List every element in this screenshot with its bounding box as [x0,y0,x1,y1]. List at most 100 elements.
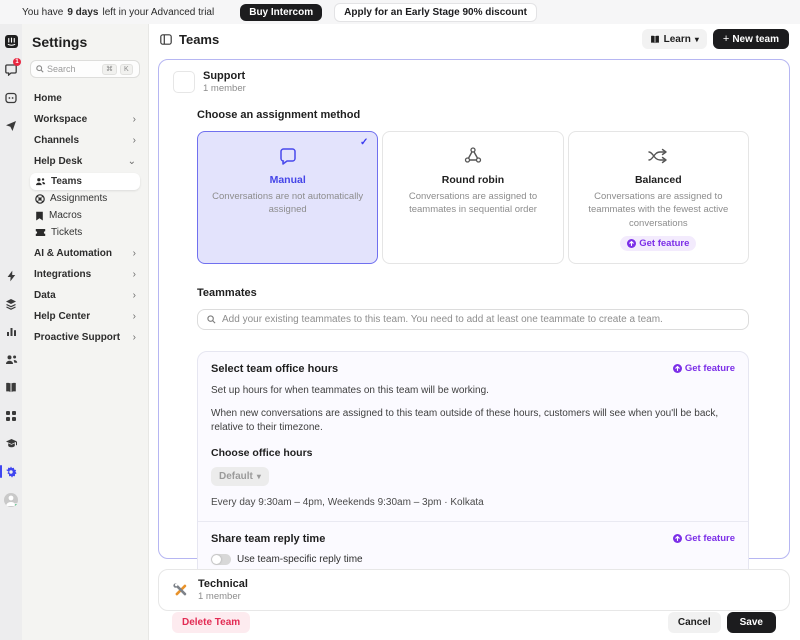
collapse-sidebar-icon[interactable] [160,34,172,45]
check-icon: ✓ [360,137,368,148]
get-feature-badge[interactable]: Get feature [620,236,696,251]
apps-grid-icon[interactable] [0,407,22,424]
team-emoji-picker[interactable] [173,71,195,93]
settings-gear-icon[interactable] [0,463,22,480]
tickets-icon [35,228,46,237]
chevron-right-icon: › [133,311,136,322]
inbox-icon[interactable]: 1 [0,61,22,78]
office-hours-line1: Set up hours for when teammates on this … [211,384,735,398]
search-icon [207,315,216,324]
lightning-icon[interactable] [0,267,22,284]
method-card-balanced[interactable]: Balanced Conversations are assigned to t… [568,131,749,264]
office-hours-line2: When new conversations are assigned to t… [211,407,735,435]
upgrade-arrow-icon [627,239,636,248]
teammates-heading: Teammates [197,287,749,299]
get-feature-link[interactable]: Get feature [673,533,735,544]
reports-chart-icon[interactable] [0,323,22,340]
upgrade-arrow-icon [673,364,682,373]
trial-text-suffix: left in your Advanced trial [102,7,214,18]
teams-icon [35,177,46,186]
shuffle-icon [647,147,669,165]
office-hours-heading: Select team office hours [211,363,338,375]
chat-bubble-icon [278,146,298,166]
chevron-down-icon: ⌄ [128,156,136,167]
knowledge-book-icon[interactable] [0,379,22,396]
round-robin-icon [462,146,484,166]
hammer-wrench-icon [172,582,189,599]
sidebar-item-workspace[interactable]: Workspace › [30,109,140,130]
layers-icon[interactable] [0,295,22,312]
plus-icon: + [723,33,729,45]
early-stage-discount-button[interactable]: Apply for an Early Stage 90% discount [334,3,537,22]
macros-icon [35,211,44,221]
buy-intercom-button[interactable]: Buy Intercom [240,4,322,21]
sidebar-item-assignments[interactable]: Assignments [30,190,140,207]
reply-time-toggle[interactable] [211,554,231,565]
office-hours-schedule: Every day 9:30am – 4pm, Weekends 9:30am … [211,497,735,508]
sidebar-item-teams[interactable]: Teams [30,173,140,190]
chevron-right-icon: › [133,114,136,125]
delete-team-button[interactable]: Delete Team [172,612,250,633]
sidebar-title: Settings [32,34,140,50]
chevron-right-icon: › [133,135,136,146]
fin-ai-icon[interactable] [0,89,22,106]
online-status-dot [14,503,18,507]
trial-days: 9 days [67,7,98,18]
academy-graduation-cap-icon[interactable] [0,435,22,452]
team-editor-card: Support 1 member Choose an assignment me… [158,59,790,559]
learn-button[interactable]: Learn ▾ [642,29,707,49]
search-icon [36,65,44,73]
trial-banner: You have 9 days left in your Advanced tr… [0,0,800,24]
sidebar-item-integrations[interactable]: Integrations › [30,264,140,285]
new-team-button[interactable]: + New team [713,29,789,49]
office-hours-dropdown[interactable]: Default ▾ [211,467,269,486]
team-name: Support [203,70,246,82]
sidebar-item-ai-automation[interactable]: AI & Automation › [30,243,140,264]
choose-office-hours-label: Choose office hours [211,447,735,459]
sidebar-item-data[interactable]: Data › [30,285,140,306]
sidebar-item-proactive-support[interactable]: Proactive Support › [30,327,140,348]
caret-down-icon: ▾ [257,472,261,481]
page-title: Teams [179,32,219,47]
office-hours-section: Select team office hours Get feature Set… [198,352,748,521]
get-feature-link[interactable]: Get feature [673,363,735,374]
profile-avatar[interactable] [0,491,22,508]
page-header: Teams Learn ▾ + New team [149,24,800,54]
reply-time-heading: Share team reply time [211,533,325,545]
team-row-technical[interactable]: Technical 1 member [158,569,790,611]
upgrade-arrow-icon [673,534,682,543]
outbound-paper-plane-icon[interactable] [0,117,22,134]
chevron-right-icon: › [133,248,136,259]
team-member-count: 1 member [203,83,246,94]
chevron-right-icon: › [133,290,136,301]
cancel-button[interactable]: Cancel [668,612,721,633]
intercom-logo-icon[interactable] [0,33,22,50]
sidebar-item-tickets[interactable]: Tickets [30,224,140,241]
sidebar-item-help-desk[interactable]: Help Desk ⌄ [30,151,140,172]
assignments-icon [35,194,45,204]
sidebar-search[interactable]: ⌘ K [30,60,140,78]
sidebar-item-help-center[interactable]: Help Center › [30,306,140,327]
assignment-method-heading: Choose an assignment method [197,109,749,121]
reply-time-toggle-label: Use team-specific reply time [237,554,363,565]
search-input[interactable] [47,64,99,74]
method-card-manual[interactable]: ✓ Manual Conversations are not automatic… [197,131,378,264]
teammates-input[interactable] [222,314,739,325]
trial-text-prefix: You have [22,7,63,18]
team-member-count: 1 member [198,591,248,602]
chevron-right-icon: › [133,332,136,343]
book-icon [650,35,660,44]
contacts-people-icon[interactable] [0,351,22,368]
caret-down-icon: ▾ [695,35,699,44]
team-name: Technical [198,578,248,590]
app-icon-rail: 1 [0,24,22,640]
sidebar-item-channels[interactable]: Channels › [30,130,140,151]
teammates-search-field[interactable] [197,309,749,330]
settings-sidebar: Settings ⌘ K Home Workspace › Channels ›… [22,24,149,640]
cmd-key-badge: ⌘ [102,64,117,75]
save-button[interactable]: Save [727,612,776,633]
sidebar-item-home[interactable]: Home [30,88,140,109]
method-card-round-robin[interactable]: Round robin Conversations are assigned t… [382,131,563,264]
sidebar-item-macros[interactable]: Macros [30,207,140,224]
chevron-right-icon: › [133,269,136,280]
